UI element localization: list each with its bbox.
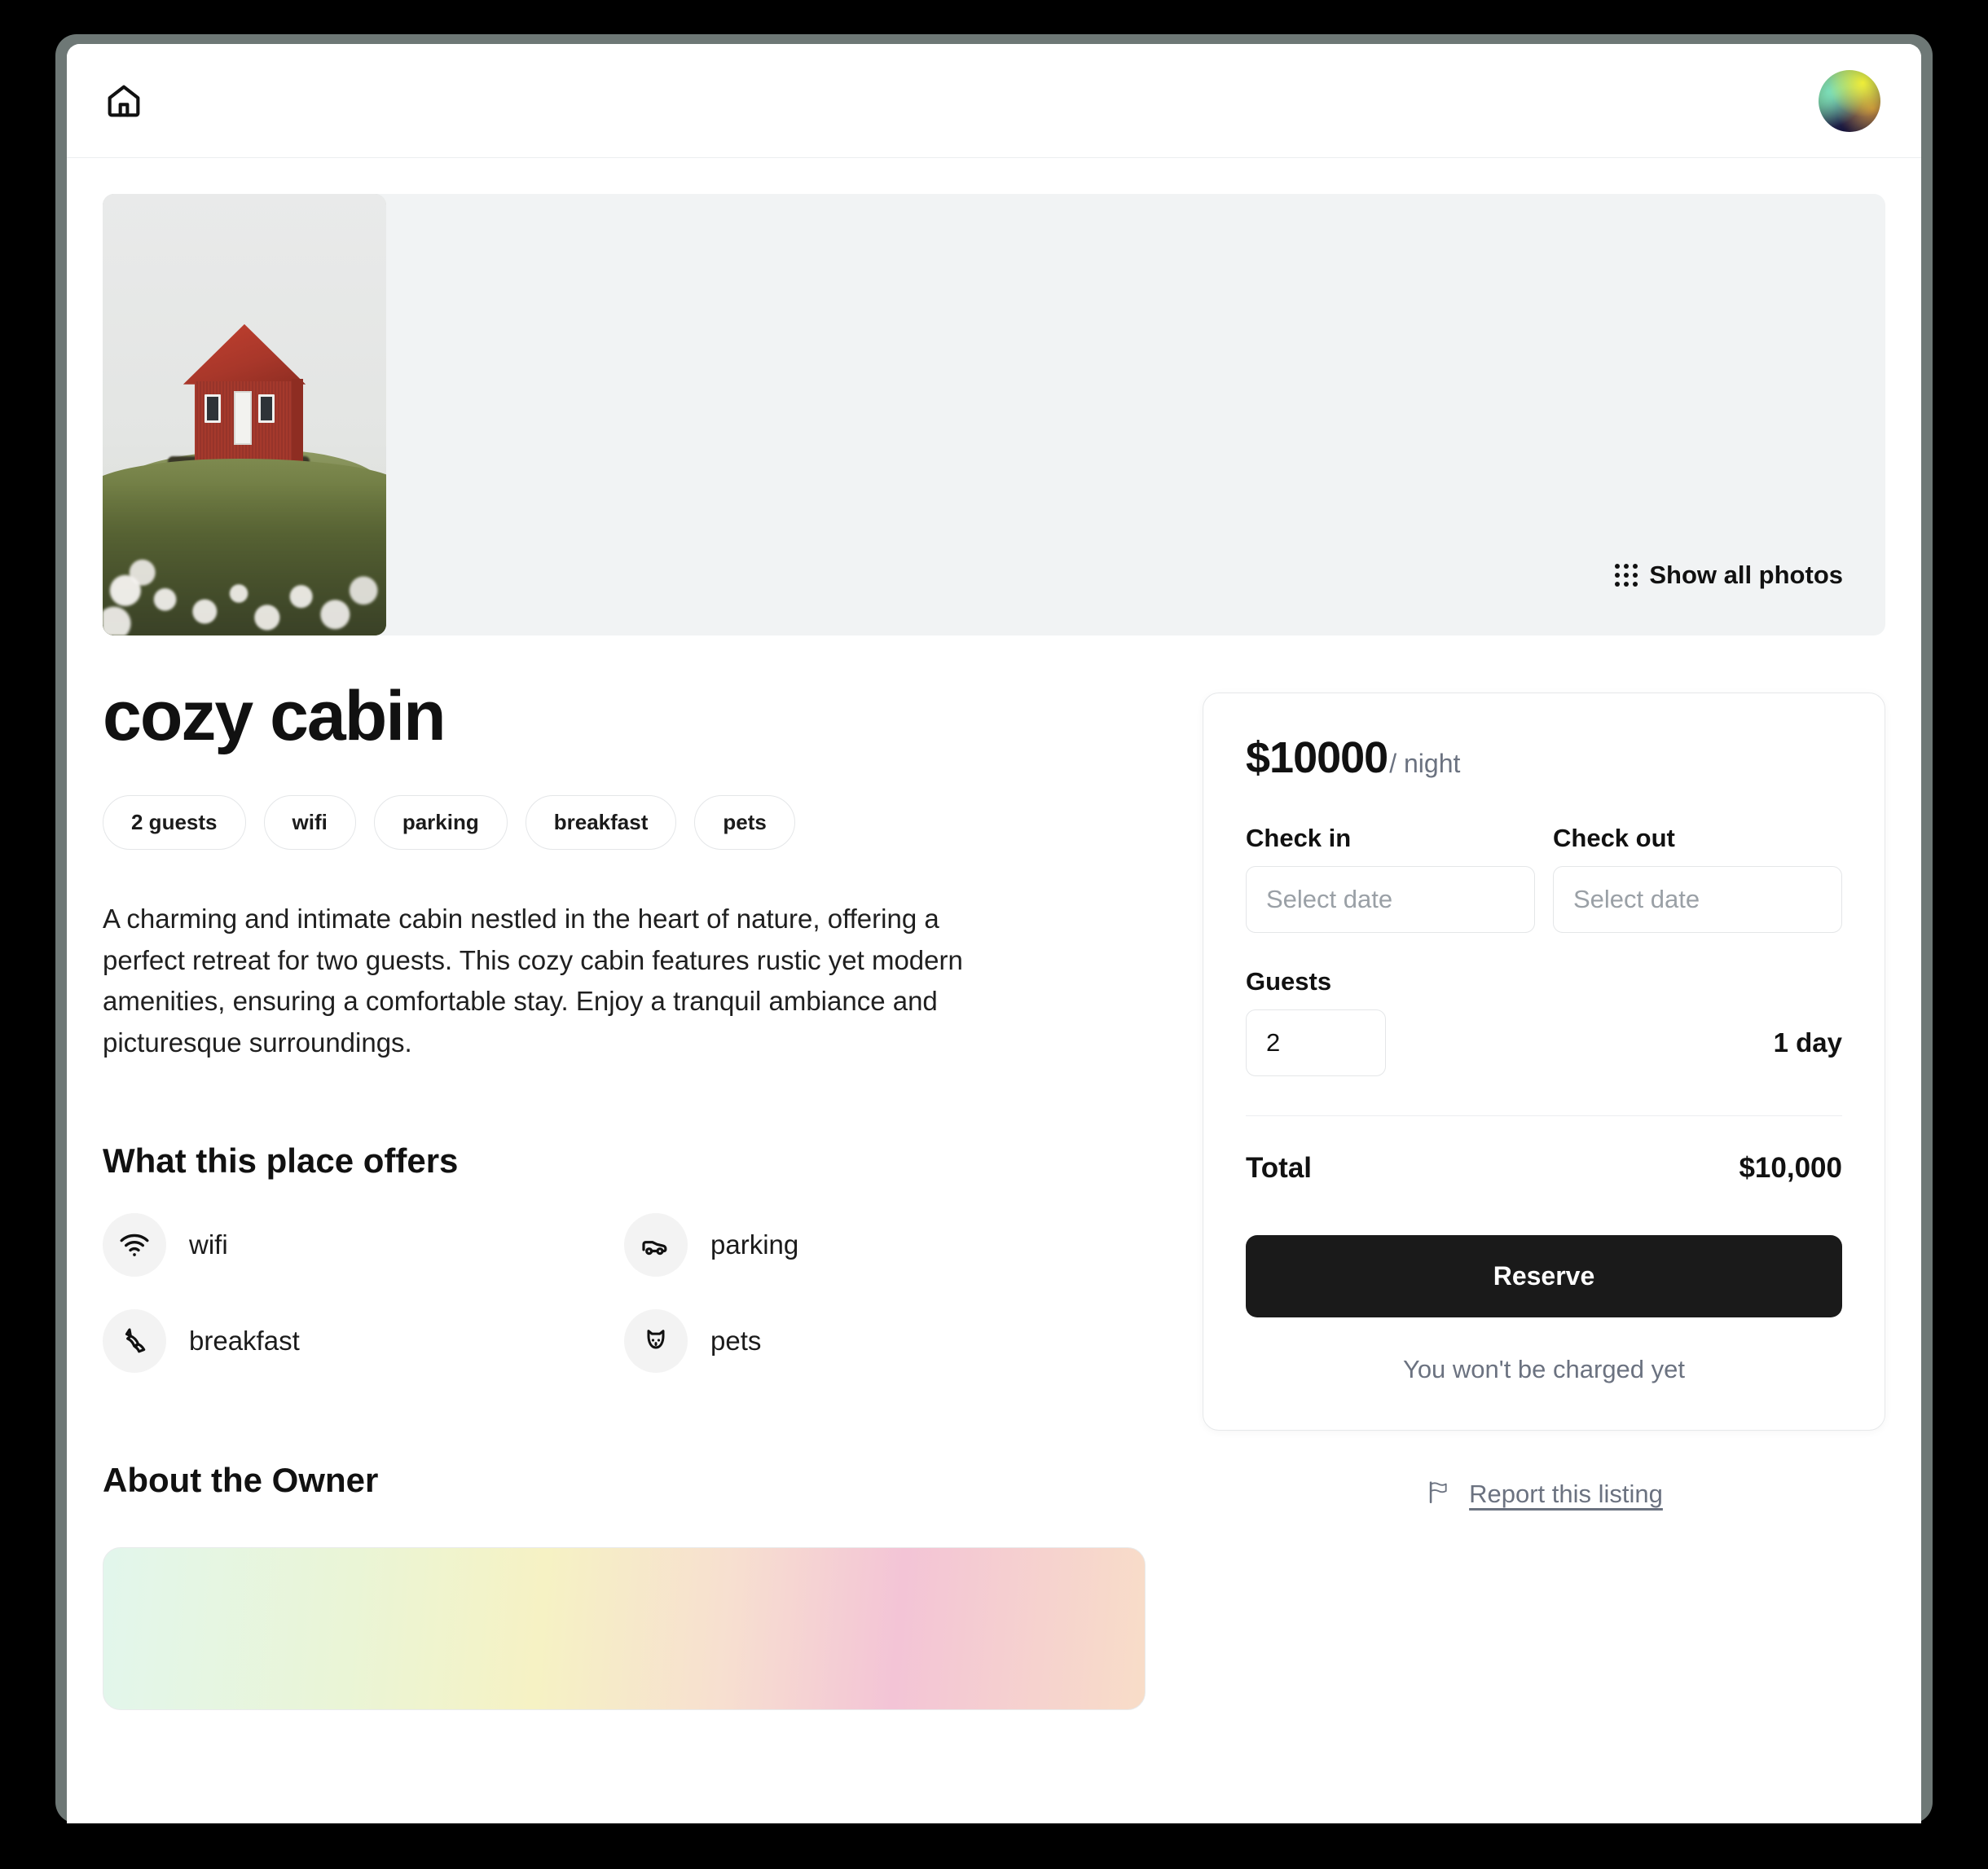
- photo-cabin-roof: [183, 323, 306, 385]
- photo-cabin: [183, 323, 306, 461]
- booking-column: $10000 / night Check in Check out: [1203, 679, 1885, 1710]
- booking-divider: [1246, 1115, 1842, 1116]
- check-in-label: Check in: [1246, 824, 1352, 852]
- reserve-button[interactable]: Reserve: [1246, 1235, 1842, 1317]
- check-in-field: Check in: [1246, 824, 1535, 933]
- total-row: Total $10,000: [1246, 1152, 1842, 1185]
- site-header: [67, 44, 1921, 158]
- photo-cabin-gable: [292, 379, 304, 461]
- charge-note: You won't be charged yet: [1402, 1355, 1686, 1383]
- amenity-label: breakfast: [189, 1326, 300, 1357]
- check-out-label: Check out: [1553, 824, 1675, 852]
- total-label: Total: [1246, 1152, 1313, 1184]
- amenity-parking: parking: [624, 1213, 1146, 1278]
- date-fields: Check in Check out: [1246, 824, 1842, 933]
- photo-cabin-window-left: [204, 394, 221, 424]
- check-in-input[interactable]: [1246, 866, 1535, 933]
- listing-tag: wifi: [263, 795, 356, 851]
- price-unit: / night: [1389, 749, 1461, 778]
- price-row: $10000 / night: [1246, 732, 1842, 783]
- browser-window: Show all photos cozy cabin 2 guests wifi…: [55, 34, 1933, 1823]
- listing-details-column: cozy cabin 2 guests wifi parking breakfa…: [103, 677, 1146, 1711]
- amenity-label: parking: [710, 1229, 799, 1260]
- amenity-breakfast: breakfast: [103, 1309, 624, 1374]
- dog-icon: [624, 1309, 688, 1374]
- grid-dots-icon: [1615, 564, 1638, 587]
- report-listing-link[interactable]: Report this listing: [1203, 1478, 1885, 1510]
- amenity-pets: pets: [624, 1309, 1146, 1374]
- show-all-photos-button[interactable]: Show all photos: [1615, 561, 1843, 590]
- amenity-label: wifi: [189, 1229, 228, 1260]
- hero-photo[interactable]: [103, 194, 386, 635]
- amenity-wifi: wifi: [103, 1213, 624, 1278]
- total-value: $10,000: [1739, 1152, 1842, 1184]
- avatar[interactable]: [1819, 69, 1880, 132]
- listing-tags: 2 guests wifi parking breakfast pets: [103, 795, 1146, 851]
- owner-heading: About the Owner: [103, 1461, 379, 1500]
- owner-card: [103, 1547, 1146, 1711]
- guests-label: Guests: [1246, 967, 1332, 996]
- photo-cabin-window-right: [258, 394, 275, 424]
- photo-cabin-walls: [194, 381, 295, 461]
- listing-tag: pets: [694, 795, 795, 851]
- listing-tag: 2 guests: [103, 795, 246, 851]
- nights-count: 1 day: [1773, 1027, 1842, 1058]
- page-content: Show all photos cozy cabin 2 guests wifi…: [67, 158, 1921, 1823]
- listing-tag: breakfast: [525, 795, 677, 851]
- page-viewport: Show all photos cozy cabin 2 guests wifi…: [67, 44, 1921, 1823]
- check-out-input[interactable]: [1553, 866, 1842, 933]
- listing-columns: cozy cabin 2 guests wifi parking breakfa…: [103, 677, 1885, 1711]
- guests-input[interactable]: [1246, 1009, 1386, 1076]
- photo-flowers: [103, 485, 386, 635]
- photo-cabin-door: [233, 391, 252, 446]
- croissant-icon: [103, 1309, 166, 1374]
- car-icon: [624, 1213, 688, 1278]
- show-all-photos-label: Show all photos: [1649, 561, 1843, 589]
- photo-gallery: Show all photos: [103, 194, 1885, 635]
- offers-heading: What this place offers: [103, 1141, 459, 1181]
- check-out-field: Check out: [1553, 824, 1842, 933]
- flag-icon: [1425, 1478, 1453, 1510]
- page-title: cozy cabin: [103, 677, 446, 755]
- amenities-grid: wifi parking breakfast pets: [103, 1213, 1146, 1374]
- amenity-label: pets: [710, 1326, 762, 1357]
- home-icon[interactable]: [103, 80, 145, 122]
- guests-row: 1 day: [1246, 1009, 1842, 1076]
- report-listing-label: Report this listing: [1469, 1479, 1663, 1508]
- booking-card: $10000 / night Check in Check out: [1203, 693, 1885, 1431]
- price-amount: $10000: [1246, 733, 1388, 782]
- listing-description: A charming and intimate cabin nestled in…: [103, 904, 963, 1058]
- listing-tag: parking: [373, 795, 508, 851]
- wifi-icon: [103, 1213, 166, 1278]
